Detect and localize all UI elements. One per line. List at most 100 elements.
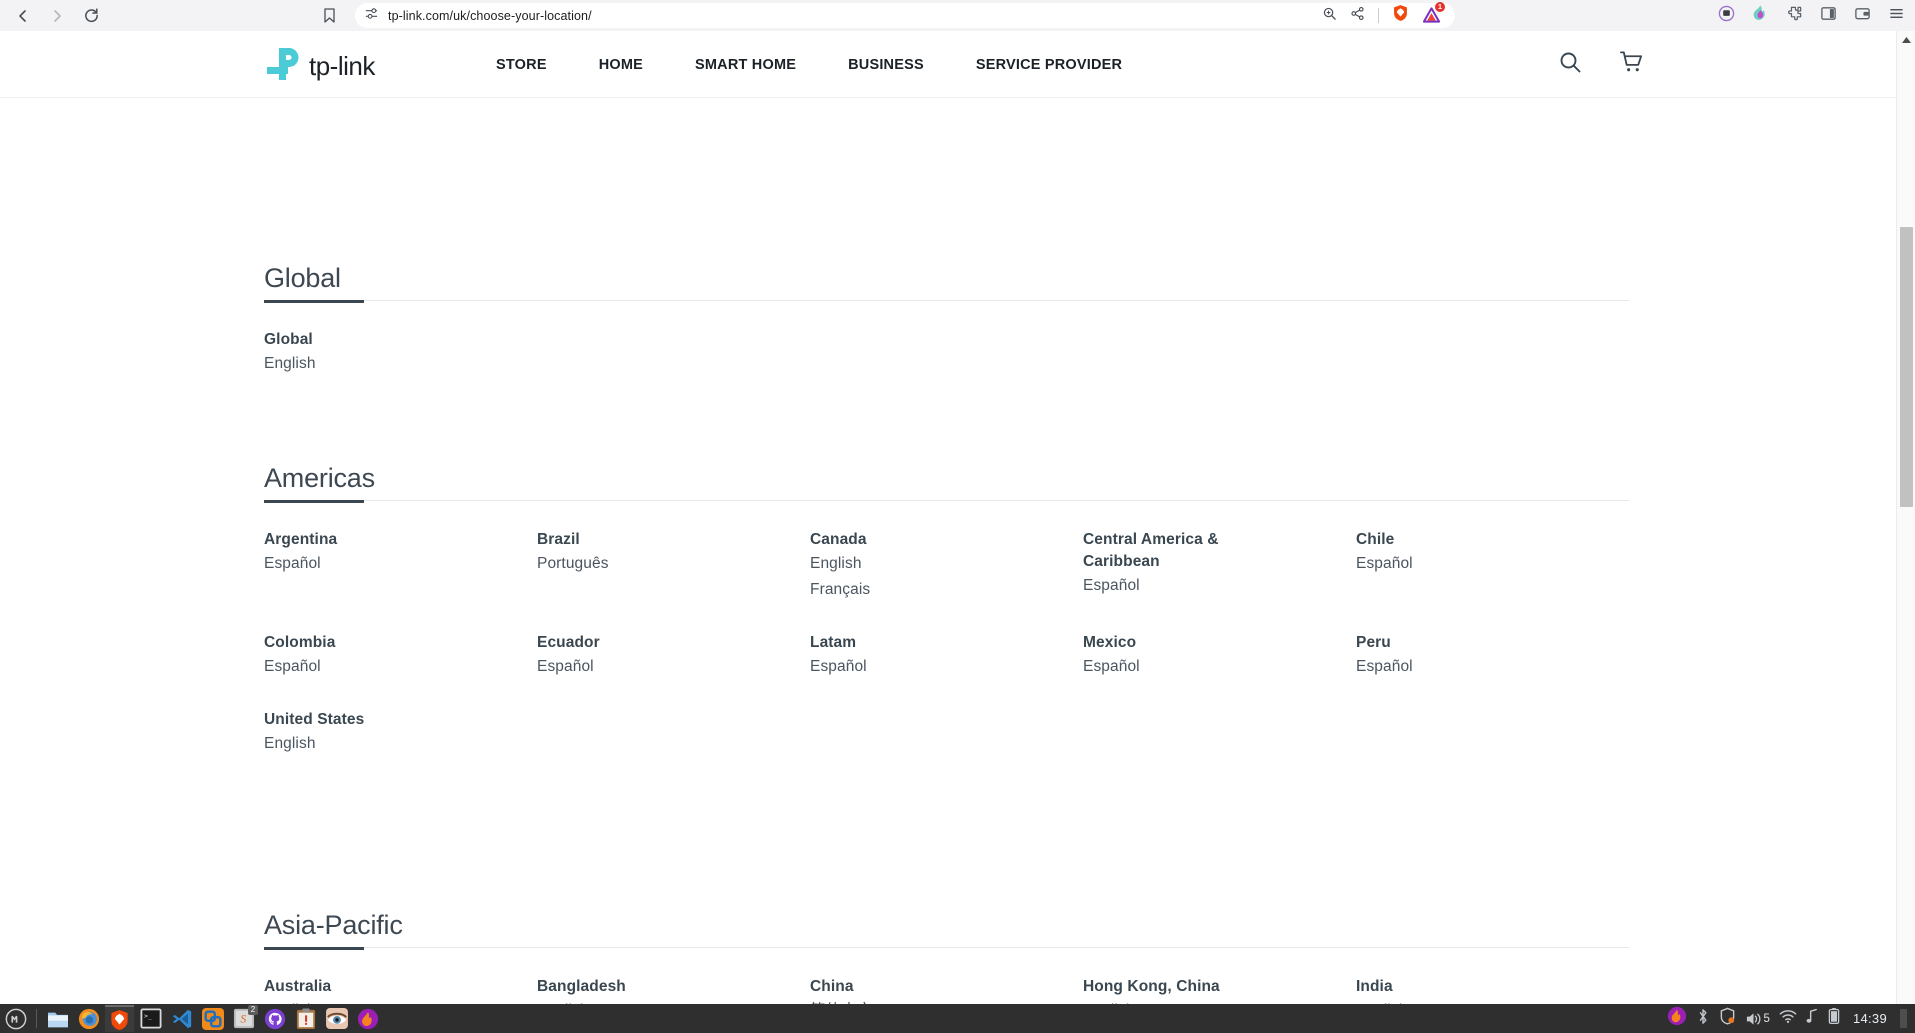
eye-icon[interactable] [322, 1005, 351, 1032]
forward-button[interactable] [42, 3, 72, 29]
country-language[interactable]: Español [264, 654, 537, 680]
firefox-icon[interactable] [74, 1005, 103, 1032]
country-cell-argentina: Argentina Español [264, 529, 537, 603]
wifi-icon[interactable] [1779, 1009, 1797, 1029]
country-cell-bangladesh: Bangladesh English [537, 976, 810, 1004]
region-underline [264, 500, 1629, 503]
triangle-extension-icon[interactable]: 1 [1422, 2, 1445, 25]
browser-menu-icon[interactable] [1888, 5, 1905, 27]
country-name[interactable]: Brazil [537, 529, 727, 551]
bookmark-icon[interactable] [322, 7, 337, 29]
sublime-text-icon[interactable]: S 2 [229, 1005, 258, 1032]
country-name[interactable]: Colombia [264, 632, 454, 654]
country-language[interactable]: Español [1083, 654, 1356, 680]
country-name[interactable]: Peru [1356, 632, 1546, 654]
wallet-icon[interactable] [1854, 5, 1871, 27]
brave-browser-icon[interactable] [105, 1005, 134, 1032]
country-name[interactable]: Chile [1356, 529, 1546, 551]
shopping-cart-icon[interactable] [1619, 50, 1644, 79]
country-language[interactable]: Español [264, 551, 537, 577]
country-row: Global English [264, 329, 1629, 377]
sidebar-toggle-icon[interactable] [1820, 5, 1837, 27]
puzzle-extensions-icon[interactable] [1786, 5, 1803, 27]
country-row: Argentina Español Brazil Português Canad… [264, 529, 1629, 603]
taskbar-grip[interactable] [1900, 1009, 1907, 1028]
system-tray: 5 14:39 [1667, 1004, 1915, 1033]
country-language[interactable]: Español [810, 654, 1083, 680]
volume-control[interactable]: 5 [1745, 1011, 1770, 1027]
country-name[interactable]: Bangladesh [537, 976, 727, 998]
country-language[interactable]: Español [537, 654, 810, 680]
site-header: tp-link STORE HOME SMART HOME BUSINESS S… [0, 31, 1896, 98]
country-language[interactable]: Français [810, 577, 1083, 603]
country-name[interactable]: China [810, 976, 1000, 998]
country-cell-brazil: Brazil Português [537, 529, 810, 603]
country-language[interactable]: Español [1083, 573, 1356, 599]
scroll-up-arrow-icon[interactable] [1897, 31, 1915, 49]
country-name[interactable]: Latam [810, 632, 1000, 654]
terminal-icon[interactable]: >_ [136, 1005, 165, 1032]
country-name[interactable]: Hong Kong, China [1083, 976, 1273, 998]
url-text[interactable]: tp-link.com/uk/choose-your-location/ [388, 9, 592, 23]
linux-mint-menu-icon[interactable] [1, 1005, 30, 1032]
country-cell-united-states: United States English [264, 709, 537, 757]
country-name[interactable]: Canada [810, 529, 1000, 551]
country-language[interactable]: Español [1356, 551, 1629, 577]
country-name[interactable]: Global [264, 329, 454, 351]
flame-tray-icon[interactable] [1667, 1006, 1687, 1031]
clipboard-alert-icon[interactable] [291, 1005, 320, 1032]
vscode-icon[interactable] [167, 1005, 196, 1032]
page-scrollbar[interactable] [1896, 31, 1915, 1004]
taskbar: >_ S 2 5 14:39 [0, 1004, 1915, 1033]
taskbar-launchers: >_ S 2 [0, 1004, 383, 1033]
country-cell-india: India English [1356, 976, 1629, 1004]
country-name[interactable]: Ecuador [537, 632, 727, 654]
country-language[interactable]: English [264, 731, 537, 757]
brave-shield-lion-icon[interactable] [1392, 4, 1409, 27]
country-name[interactable]: Central America & Caribbean [1083, 529, 1273, 573]
zoom-in-icon[interactable] [1322, 6, 1337, 26]
search-icon[interactable] [1558, 50, 1582, 79]
flame-app-icon[interactable] [353, 1005, 382, 1032]
nav-item-service-provider[interactable]: SERVICE PROVIDER [950, 57, 1148, 73]
omnibox[interactable]: tp-link.com/uk/choose-your-location/ 1 [355, 2, 1455, 28]
country-name[interactable]: United States [264, 709, 454, 731]
main-navigation: STORE HOME SMART HOME BUSINESS SERVICE P… [470, 31, 1148, 98]
nav-item-business[interactable]: BUSINESS [822, 57, 950, 73]
bluetooth-icon[interactable] [1696, 1008, 1710, 1030]
battery-icon[interactable] [1828, 1007, 1840, 1030]
site-settings-sliders-icon[interactable] [364, 6, 379, 26]
nav-item-smart-home[interactable]: SMART HOME [669, 57, 822, 73]
country-language[interactable]: Español [1356, 654, 1629, 680]
country-language[interactable]: English [264, 351, 537, 377]
github-desktop-icon[interactable] [260, 1005, 289, 1032]
address-bar-region: tp-link.com/uk/choose-your-location/ 1 [324, 2, 1455, 28]
nav-item-store[interactable]: STORE [470, 57, 573, 73]
reload-button[interactable] [76, 3, 106, 29]
tp-link-logo-mark [264, 43, 306, 90]
back-button[interactable] [8, 3, 38, 29]
svg-text:>_: >_ [144, 1012, 152, 1020]
country-name[interactable]: India [1356, 976, 1546, 998]
share-icon[interactable] [1350, 6, 1365, 26]
header-actions [1558, 31, 1644, 98]
security-shield-icon[interactable] [1719, 1007, 1736, 1030]
country-name[interactable]: Mexico [1083, 632, 1273, 654]
clock[interactable]: 14:39 [1849, 1011, 1891, 1026]
country-name[interactable]: Australia [264, 976, 454, 998]
country-cell-ecuador: Ecuador Español [537, 632, 810, 680]
extension-badge-count: 1 [1435, 2, 1445, 12]
country-cell-mexico: Mexico Español [1083, 632, 1356, 680]
region-global: Global Global English [264, 263, 1629, 377]
nav-item-home[interactable]: HOME [573, 57, 669, 73]
country-name[interactable]: Argentina [264, 529, 454, 551]
file-manager-icon[interactable] [43, 1005, 72, 1032]
vmware-icon[interactable] [198, 1005, 227, 1032]
country-language[interactable]: Português [537, 551, 810, 577]
country-language[interactable]: English [810, 551, 1083, 577]
scrollbar-thumb[interactable] [1900, 227, 1913, 507]
purple-square-extension-icon[interactable] [1718, 5, 1735, 27]
music-note-icon[interactable] [1806, 1008, 1819, 1030]
flame-extension-icon[interactable] [1752, 4, 1769, 27]
tp-link-logo[interactable]: tp-link [264, 43, 375, 90]
